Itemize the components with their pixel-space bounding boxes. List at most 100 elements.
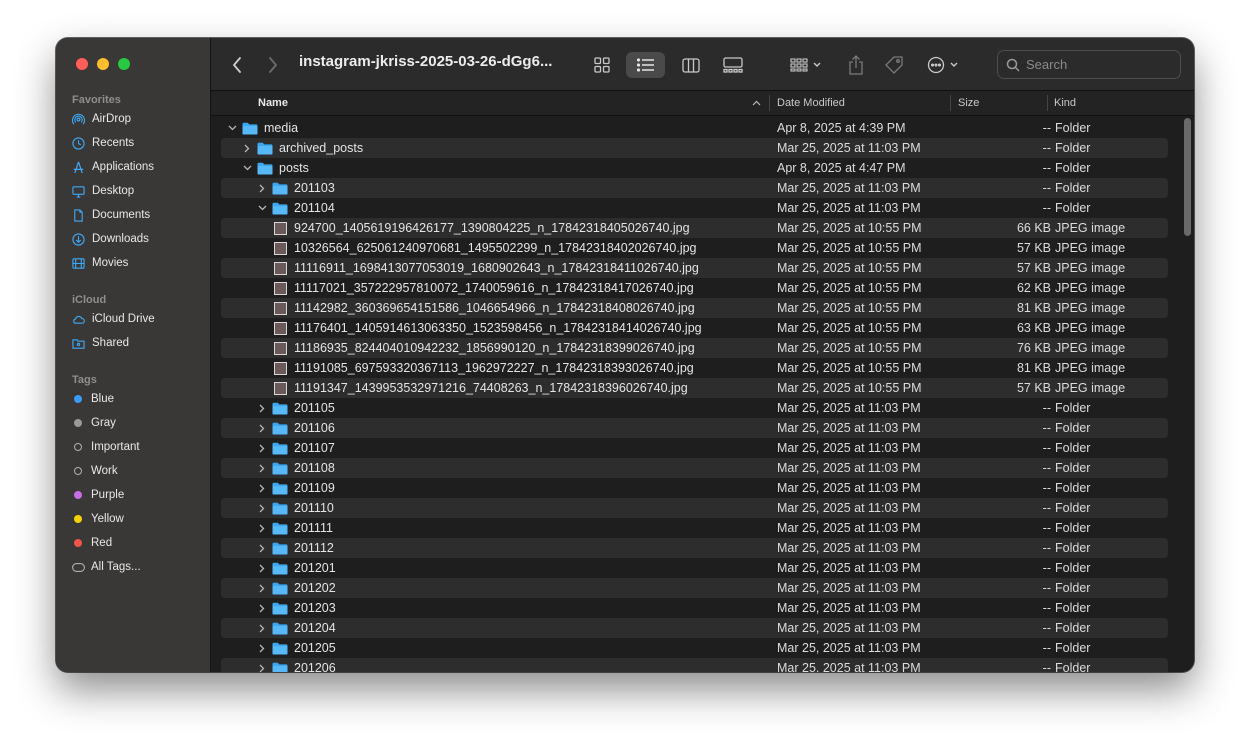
disclosure-chevron-right-icon[interactable] [255, 638, 269, 658]
size-cell: 76 KB [1016, 341, 1051, 355]
sidebar-item-airdrop[interactable]: AirDrop [72, 108, 131, 130]
folder-row[interactable]: 201201 Mar 25, 2025 at 11:03 PM -- Folder [221, 558, 1168, 578]
sidebar-item-label: Recents [92, 137, 135, 149]
name-column-header[interactable]: Name [258, 91, 288, 115]
sidebar-tag-blue[interactable]: Blue [72, 388, 114, 410]
file-name: 201107 [294, 441, 335, 455]
folder-row[interactable]: 201202 Mar 25, 2025 at 11:03 PM -- Folder [221, 578, 1168, 598]
sidebar-tag-important[interactable]: Important [72, 436, 140, 458]
column-divider [769, 95, 770, 111]
file-row[interactable]: 11142982_360369654151586_1046654966_n_17… [221, 298, 1168, 318]
gallery-view-button[interactable] [715, 52, 751, 78]
size-column-header[interactable]: Size [958, 91, 979, 115]
sidebar-item-movies[interactable]: Movies [72, 252, 128, 274]
folder-row[interactable]: 201105 Mar 25, 2025 at 11:03 PM -- Folder [221, 398, 1168, 418]
more-actions-button[interactable] [923, 52, 963, 78]
folder-row[interactable]: 201107 Mar 25, 2025 at 11:03 PM -- Folder [221, 438, 1168, 458]
file-row[interactable]: 924700_1405619196426177_1390804225_n_178… [221, 218, 1168, 238]
kind-cell: Folder [1055, 181, 1091, 195]
disclosure-chevron-right-icon[interactable] [255, 438, 269, 458]
file-row[interactable]: 11117021_357222957810072_1740059616_n_17… [221, 278, 1168, 298]
disclosure-chevron-down-icon[interactable] [225, 118, 239, 138]
disclosure-chevron-right-icon[interactable] [255, 178, 269, 198]
folder-row[interactable]: media Apr 8, 2025 at 4:39 PM -- Folder [221, 118, 1168, 138]
search-field[interactable] [997, 50, 1181, 79]
icon-view-button[interactable] [587, 52, 617, 78]
disclosure-chevron-right-icon[interactable] [255, 558, 269, 578]
file-row[interactable]: 11186935_824404010942232_1856990120_n_17… [221, 338, 1168, 358]
folder-row[interactable]: 201108 Mar 25, 2025 at 11:03 PM -- Folder [221, 458, 1168, 478]
file-row[interactable]: 11191347_1439953532971216_74408263_n_178… [221, 378, 1168, 398]
folder-row[interactable]: 201103 Mar 25, 2025 at 11:03 PM -- Folder [221, 178, 1168, 198]
name-cell: 201203 [255, 598, 336, 618]
file-name: 201205 [294, 641, 336, 655]
folder-row[interactable]: 201104 Mar 25, 2025 at 11:03 PM -- Folder [221, 198, 1168, 218]
folder-row[interactable]: 201204 Mar 25, 2025 at 11:03 PM -- Folder [221, 618, 1168, 638]
group-by-button[interactable] [785, 52, 827, 78]
disclosure-chevron-right-icon[interactable] [255, 538, 269, 558]
sidebar-item-applications[interactable]: Applications [72, 156, 154, 178]
file-row[interactable]: 11191085_697593320367113_1962972227_n_17… [221, 358, 1168, 378]
sidebar-tag-all-tags[interactable]: All Tags... [72, 556, 141, 578]
disclosure-chevron-right-icon[interactable] [255, 598, 269, 618]
folder-row[interactable]: 201109 Mar 25, 2025 at 11:03 PM -- Folder [221, 478, 1168, 498]
sidebar-tag-purple[interactable]: Purple [72, 484, 124, 506]
disclosure-chevron-right-icon[interactable] [240, 138, 254, 158]
folder-row[interactable]: 201111 Mar 25, 2025 at 11:03 PM -- Folder [221, 518, 1168, 538]
file-name: 201108 [294, 461, 335, 475]
column-view-button[interactable] [673, 52, 709, 78]
share-button[interactable] [841, 52, 871, 78]
file-row[interactable]: 11116911_1698413077053019_1680902643_n_1… [221, 258, 1168, 278]
folder-row[interactable]: 201205 Mar 25, 2025 at 11:03 PM -- Folder [221, 638, 1168, 658]
vertical-scrollbar[interactable] [1184, 118, 1191, 236]
disclosure-chevron-right-icon[interactable] [255, 658, 269, 672]
zoom-window-button[interactable] [118, 58, 130, 70]
size-cell: -- [1042, 501, 1051, 515]
sidebar-tag-gray[interactable]: Gray [72, 412, 116, 434]
disclosure-chevron-right-icon[interactable] [255, 498, 269, 518]
forward-button[interactable] [261, 52, 285, 78]
search-icon [1006, 58, 1020, 72]
kind-cell: Folder [1055, 521, 1091, 535]
sidebar-item-shared[interactable]: Shared [72, 332, 129, 354]
sidebar-item-recents[interactable]: Recents [72, 132, 134, 154]
folder-row[interactable]: 201203 Mar 25, 2025 at 11:03 PM -- Folder [221, 598, 1168, 618]
tag-button[interactable] [879, 52, 909, 78]
sidebar-item-icloud-drive[interactable]: iCloud Drive [72, 308, 155, 330]
list-view-button[interactable] [626, 52, 665, 78]
folder-row[interactable]: 201106 Mar 25, 2025 at 11:03 PM -- Folder [221, 418, 1168, 438]
file-name: posts [279, 161, 309, 175]
minimize-window-button[interactable] [97, 58, 109, 70]
sidebar-tag-work[interactable]: Work [72, 460, 118, 482]
kind-column-header[interactable]: Kind [1054, 91, 1076, 115]
sidebar-item-downloads[interactable]: Downloads [72, 228, 149, 250]
search-input[interactable] [1026, 57, 1166, 72]
disclosure-chevron-right-icon[interactable] [255, 458, 269, 478]
disclosure-chevron-right-icon[interactable] [255, 418, 269, 438]
disclosure-chevron-right-icon[interactable] [255, 578, 269, 598]
folder-row[interactable]: 201206 Mar 25, 2025 at 11:03 PM -- Folder [221, 658, 1168, 672]
file-name: 201110 [294, 501, 334, 515]
disclosure-chevron-down-icon[interactable] [255, 198, 269, 218]
file-row[interactable]: 10326564_625061240970681_1495502299_n_17… [221, 238, 1168, 258]
close-window-button[interactable] [76, 58, 88, 70]
image-thumbnail-icon [274, 241, 287, 255]
sidebar-tag-red[interactable]: Red [72, 532, 112, 554]
disclosure-chevron-right-icon[interactable] [255, 478, 269, 498]
disclosure-chevron-down-icon[interactable] [240, 158, 254, 178]
disclosure-chevron-right-icon[interactable] [255, 398, 269, 418]
folder-row[interactable]: 201110 Mar 25, 2025 at 11:03 PM -- Folder [221, 498, 1168, 518]
folder-row[interactable]: posts Apr 8, 2025 at 4:47 PM -- Folder [221, 158, 1168, 178]
disclosure-chevron-right-icon[interactable] [255, 618, 269, 638]
folder-row[interactable]: archived_posts Mar 25, 2025 at 11:03 PM --… [221, 138, 1168, 158]
folder-row[interactable]: 201112 Mar 25, 2025 at 11:03 PM -- Folder [221, 538, 1168, 558]
file-row[interactable]: 11176401_1405914613063350_1523598456_n_1… [221, 318, 1168, 338]
date-column-header[interactable]: Date Modified [777, 91, 845, 115]
kind-column-label: Kind [1054, 97, 1077, 109]
sidebar-item-documents[interactable]: Documents [72, 204, 150, 226]
back-button[interactable] [225, 52, 249, 78]
folder-icon [272, 482, 288, 495]
disclosure-chevron-right-icon[interactable] [255, 518, 269, 538]
sidebar-tag-yellow[interactable]: Yellow [72, 508, 124, 530]
sidebar-item-desktop[interactable]: Desktop [72, 180, 134, 202]
